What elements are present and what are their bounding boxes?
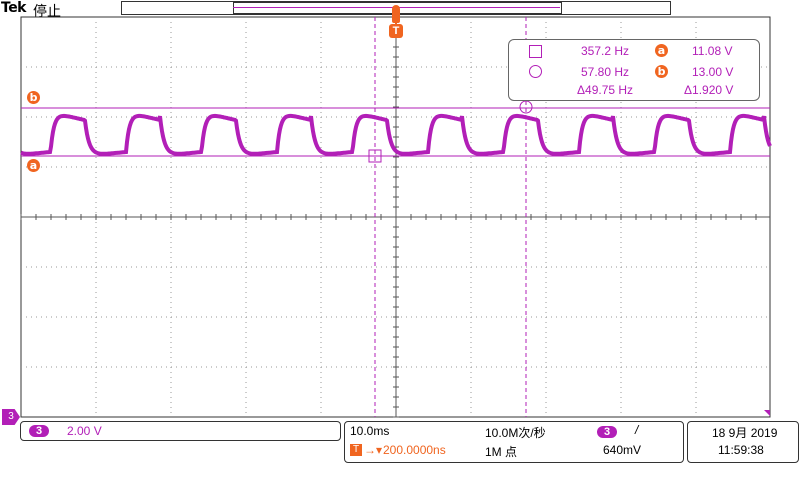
trigger-position-icon: T bbox=[350, 444, 362, 456]
channel-3-badge: 3 bbox=[29, 425, 49, 437]
bottom-readout-bar: 3 2.00 V 10.0ms T →▾ 200.0000ns 10.0M次/秒… bbox=[0, 417, 800, 480]
trigger-arrow-icon: →▾ bbox=[364, 443, 383, 457]
trigger-level: 640mV bbox=[603, 443, 642, 457]
cursor-readout-panel: 357.2 Hz a 11.08 V 57.80 Hz b 13.00 V Δ4… bbox=[508, 39, 760, 101]
trigger-position-value: 200.0000ns bbox=[383, 443, 446, 457]
delta-level: Δ1.920 V bbox=[684, 83, 734, 97]
square-cursor-icon bbox=[529, 45, 542, 58]
cursor1-frequency: 357.2 Hz bbox=[581, 44, 630, 58]
trigger-pointer-icon bbox=[392, 5, 400, 23]
cursor-a-icon: a bbox=[655, 44, 668, 57]
timebase-scale: 10.0ms bbox=[350, 424, 390, 438]
horizontal-readout-box[interactable]: 10.0ms T →▾ 200.0000ns 10.0M次/秒 1M 点 3 /… bbox=[344, 421, 684, 463]
cursor-b-icon: b bbox=[655, 65, 668, 78]
delta-frequency: Δ49.75 Hz bbox=[577, 83, 634, 97]
cursor-b-level: 13.00 V bbox=[692, 65, 734, 79]
date-readout: 18 9月 2019 bbox=[712, 426, 778, 440]
trigger-source-badge: 3 bbox=[597, 426, 617, 438]
channel-3-scale: 2.00 V bbox=[67, 424, 102, 438]
trigger-marker[interactable]: T bbox=[389, 24, 403, 38]
vertical-scale-box[interactable]: 3 2.00 V bbox=[20, 421, 341, 441]
trigger-slope-icon: / bbox=[635, 423, 639, 437]
cursor-b-badge[interactable]: b bbox=[27, 91, 40, 104]
circle-cursor-icon bbox=[529, 65, 542, 78]
cursor-a-level: 11.08 V bbox=[692, 44, 733, 58]
cursor2-frequency: 57.80 Hz bbox=[581, 65, 630, 79]
cursor-a-badge[interactable]: a bbox=[27, 159, 40, 172]
sample-rate: 10.0M次/秒 bbox=[485, 426, 546, 440]
scope-edge-arrow-icon bbox=[764, 410, 770, 416]
record-length: 1M 点 bbox=[485, 445, 518, 459]
time-readout: 11:59:38 bbox=[718, 443, 764, 457]
datetime-box: 18 9月 2019 11:59:38 bbox=[687, 421, 799, 463]
